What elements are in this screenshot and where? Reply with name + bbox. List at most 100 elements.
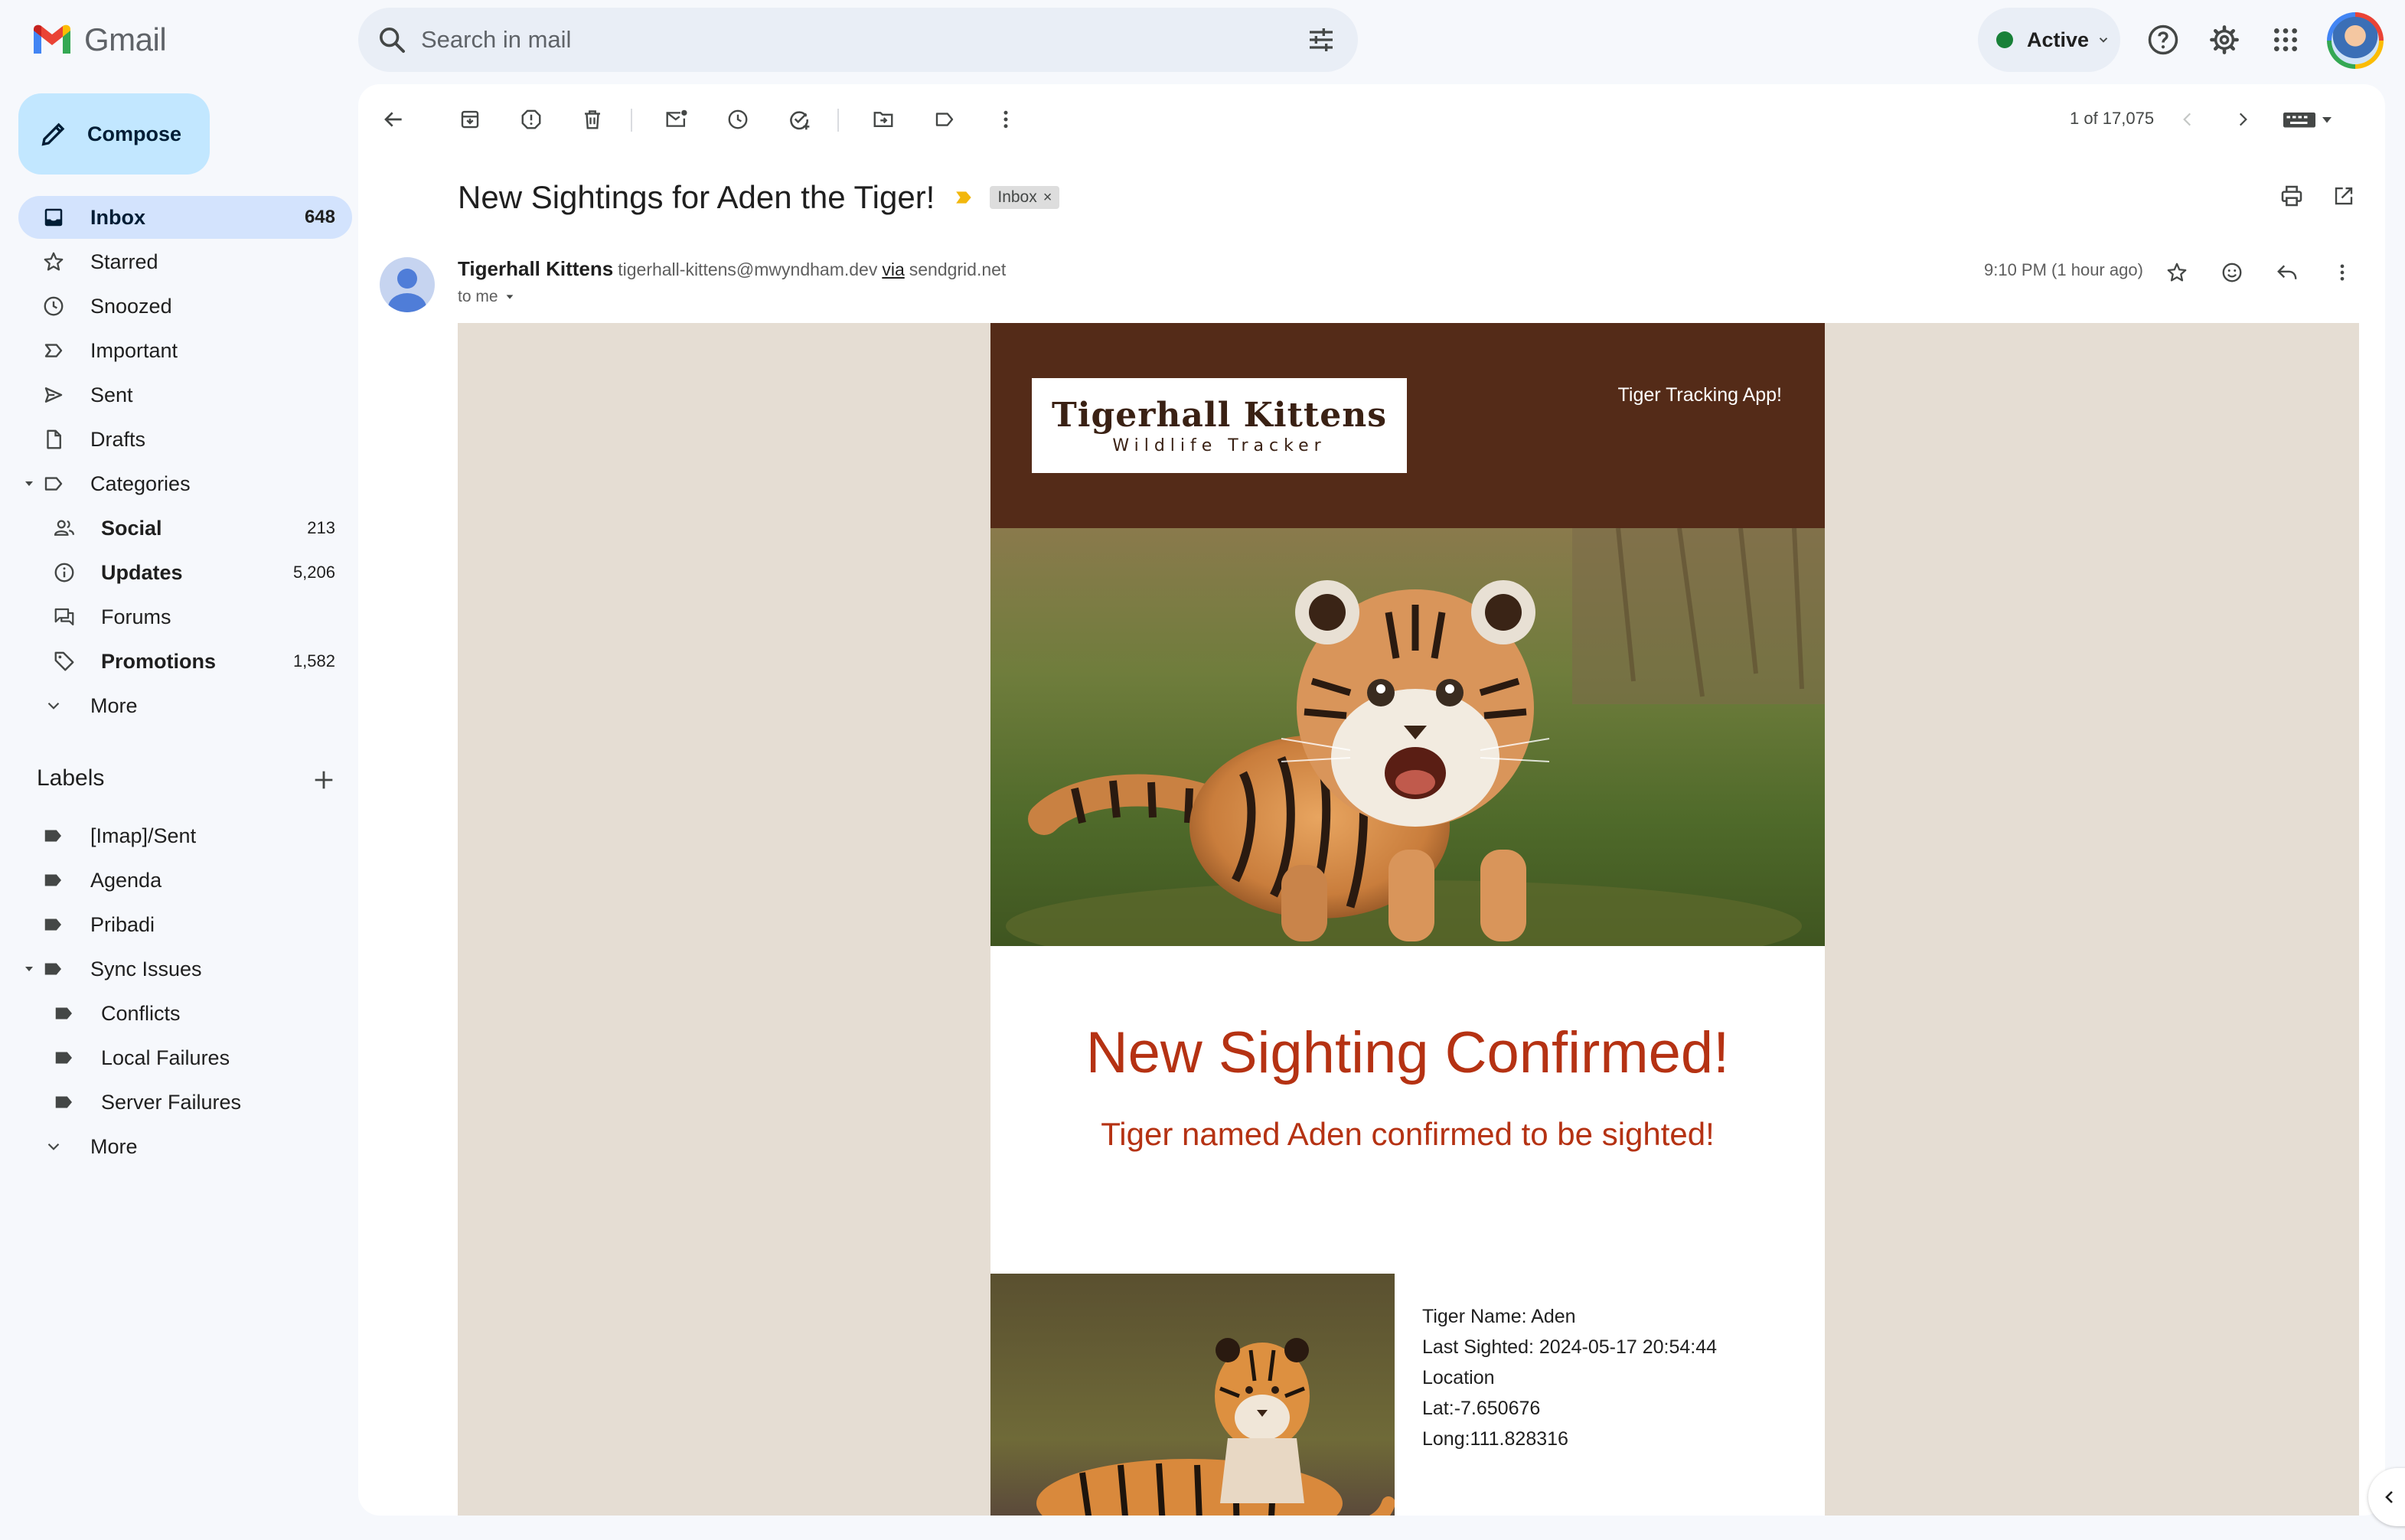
toolbar-divider bbox=[837, 109, 839, 132]
tiger-cub-hero-image bbox=[990, 528, 1825, 946]
sidebar-item-important[interactable]: Important bbox=[18, 329, 352, 372]
brand-logo: Tigerhall Kittens Wildlife Tracker bbox=[1032, 378, 1407, 473]
draft-document-icon bbox=[40, 426, 67, 453]
expand-caret-icon[interactable] bbox=[23, 963, 35, 975]
sidebar-item-categories[interactable]: Categories bbox=[18, 462, 352, 505]
label-name: [Imap]/Sent bbox=[90, 824, 197, 847]
sender-name[interactable]: Tigerhall Kittens bbox=[458, 257, 613, 281]
label-icon bbox=[40, 911, 67, 938]
label-name: Server Failures bbox=[101, 1090, 242, 1114]
sidebar-item-label: More bbox=[90, 693, 138, 717]
location-label: Location bbox=[1422, 1367, 1495, 1388]
message-subject: New Sightings for Aden the Tiger! bbox=[458, 179, 935, 215]
message-timestamp: 9:10 PM (1 hour ago) bbox=[1984, 260, 2143, 279]
print-icon[interactable] bbox=[2273, 178, 2310, 214]
add-to-tasks-icon[interactable] bbox=[781, 101, 817, 138]
gmail-m-icon bbox=[31, 23, 73, 57]
open-in-new-window-icon[interactable] bbox=[2325, 178, 2362, 214]
sidebar-item-label: Categories bbox=[90, 471, 191, 495]
sidebar-item-label: Sent bbox=[90, 383, 133, 406]
more-vertical-icon[interactable] bbox=[2324, 254, 2361, 291]
remove-label-button[interactable]: × bbox=[1043, 189, 1052, 207]
label-item-imap-sent[interactable]: [Imap]/Sent bbox=[18, 814, 352, 857]
sidebar-item-sent[interactable]: Sent bbox=[18, 374, 352, 416]
settings-gear-icon[interactable] bbox=[2206, 21, 2243, 58]
sidebar-item-promotions[interactable]: Promotions 1,582 bbox=[18, 640, 352, 683]
help-icon[interactable] bbox=[2145, 21, 2181, 58]
more-vertical-icon[interactable] bbox=[987, 101, 1024, 138]
unread-count: 5,206 bbox=[292, 563, 335, 582]
email-header-banner: Tigerhall Kittens Wildlife Tracker Tiger… bbox=[990, 323, 1825, 528]
label-icon bbox=[40, 866, 67, 894]
status-dot bbox=[1996, 31, 2013, 48]
label-icon bbox=[51, 1000, 78, 1027]
sighting-details: Tiger Name: Aden Last Sighted: 2024-05-1… bbox=[1422, 1301, 1717, 1454]
star-icon[interactable] bbox=[2159, 254, 2195, 291]
sidebar-item-social[interactable]: Social 213 bbox=[18, 507, 352, 550]
gmail-logo[interactable]: Gmail bbox=[31, 21, 167, 58]
search-bar[interactable] bbox=[358, 8, 1358, 72]
label-item-pribadi[interactable]: Pribadi bbox=[18, 903, 352, 946]
importance-marker-icon[interactable] bbox=[954, 189, 974, 206]
sidebar-item-label: Inbox bbox=[90, 205, 145, 229]
chevron-down-icon bbox=[2097, 33, 2110, 47]
add-label-icon[interactable] bbox=[311, 767, 337, 793]
label-item-local-failures[interactable]: Local Failures bbox=[18, 1036, 352, 1079]
pencil-icon bbox=[38, 119, 69, 149]
label-item-server-failures[interactable]: Server Failures bbox=[18, 1081, 352, 1124]
chevron-right-icon[interactable] bbox=[2224, 101, 2261, 138]
adult-tiger-image bbox=[990, 1274, 1395, 1516]
account-avatar[interactable] bbox=[2327, 12, 2384, 69]
label-icon bbox=[40, 955, 67, 983]
delete-trash-icon[interactable] bbox=[574, 101, 611, 138]
compose-button[interactable]: Compose bbox=[18, 93, 210, 175]
archive-icon[interactable] bbox=[452, 101, 488, 138]
labels-more[interactable]: More bbox=[18, 1125, 352, 1168]
sidebar-item-more[interactable]: More bbox=[18, 684, 352, 727]
message-subject-row: New Sightings for Aden the Tiger! Inbox … bbox=[458, 179, 1060, 216]
via-link[interactable]: via bbox=[882, 259, 904, 280]
label-as-icon[interactable] bbox=[926, 101, 963, 138]
search-input[interactable] bbox=[421, 26, 1306, 54]
people-icon bbox=[51, 514, 78, 542]
label-item-conflicts[interactable]: Conflicts bbox=[18, 992, 352, 1035]
reply-icon[interactable] bbox=[2269, 254, 2305, 291]
sidebar-item-drafts[interactable]: Drafts bbox=[18, 418, 352, 461]
sidebar-item-starred[interactable]: Starred bbox=[18, 240, 352, 283]
sidebar-item-snoozed[interactable]: Snoozed bbox=[18, 285, 352, 328]
caret-down-icon bbox=[504, 292, 515, 302]
compose-label: Compose bbox=[87, 122, 182, 145]
input-tools-keyboard-icon[interactable] bbox=[2279, 101, 2338, 138]
last-sighted: Last Sighted: 2024-05-17 20:54:44 bbox=[1422, 1336, 1718, 1358]
apps-grid-icon[interactable] bbox=[2267, 21, 2304, 58]
label-name: Pribadi bbox=[90, 912, 155, 936]
inbox-icon bbox=[40, 204, 67, 231]
back-arrow-icon[interactable] bbox=[375, 101, 412, 138]
chevron-down-icon bbox=[40, 1133, 67, 1160]
labels-heading: Labels bbox=[37, 765, 105, 791]
snooze-clock-icon[interactable] bbox=[720, 101, 756, 138]
move-to-folder-icon[interactable] bbox=[865, 101, 902, 138]
expand-caret-icon[interactable] bbox=[23, 478, 35, 490]
sender-email: tigerhall-kittens@mwyndham.dev bbox=[618, 259, 878, 279]
sidebar-item-updates[interactable]: Updates 5,206 bbox=[18, 551, 352, 594]
sidebar-item-forums[interactable]: Forums bbox=[18, 595, 352, 638]
mark-unread-icon[interactable] bbox=[658, 101, 695, 138]
search-options-icon[interactable] bbox=[1306, 24, 1336, 55]
sidebar-item-inbox[interactable]: Inbox 648 bbox=[18, 196, 352, 239]
unread-count: 1,582 bbox=[292, 651, 335, 670]
sender-info: Tigerhall Kittens tigerhall-kittens@mwyn… bbox=[458, 257, 1006, 281]
label-item-sync-issues[interactable]: Sync Issues bbox=[18, 948, 352, 990]
chevron-down-icon bbox=[40, 692, 67, 719]
label-item-agenda[interactable]: Agenda bbox=[18, 859, 352, 902]
sidebar-item-label: More bbox=[90, 1134, 138, 1158]
report-spam-icon[interactable] bbox=[513, 101, 550, 138]
search-icon[interactable] bbox=[377, 24, 407, 55]
emoji-reaction-icon[interactable] bbox=[2214, 254, 2250, 291]
status-selector[interactable]: Active bbox=[1978, 8, 2120, 72]
recipient-details-toggle[interactable]: to me bbox=[458, 288, 515, 306]
chevron-left-icon[interactable] bbox=[2169, 101, 2206, 138]
important-icon bbox=[40, 337, 67, 364]
sender-avatar[interactable] bbox=[380, 257, 435, 312]
brand-logo-title: Tigerhall Kittens bbox=[1051, 396, 1387, 435]
